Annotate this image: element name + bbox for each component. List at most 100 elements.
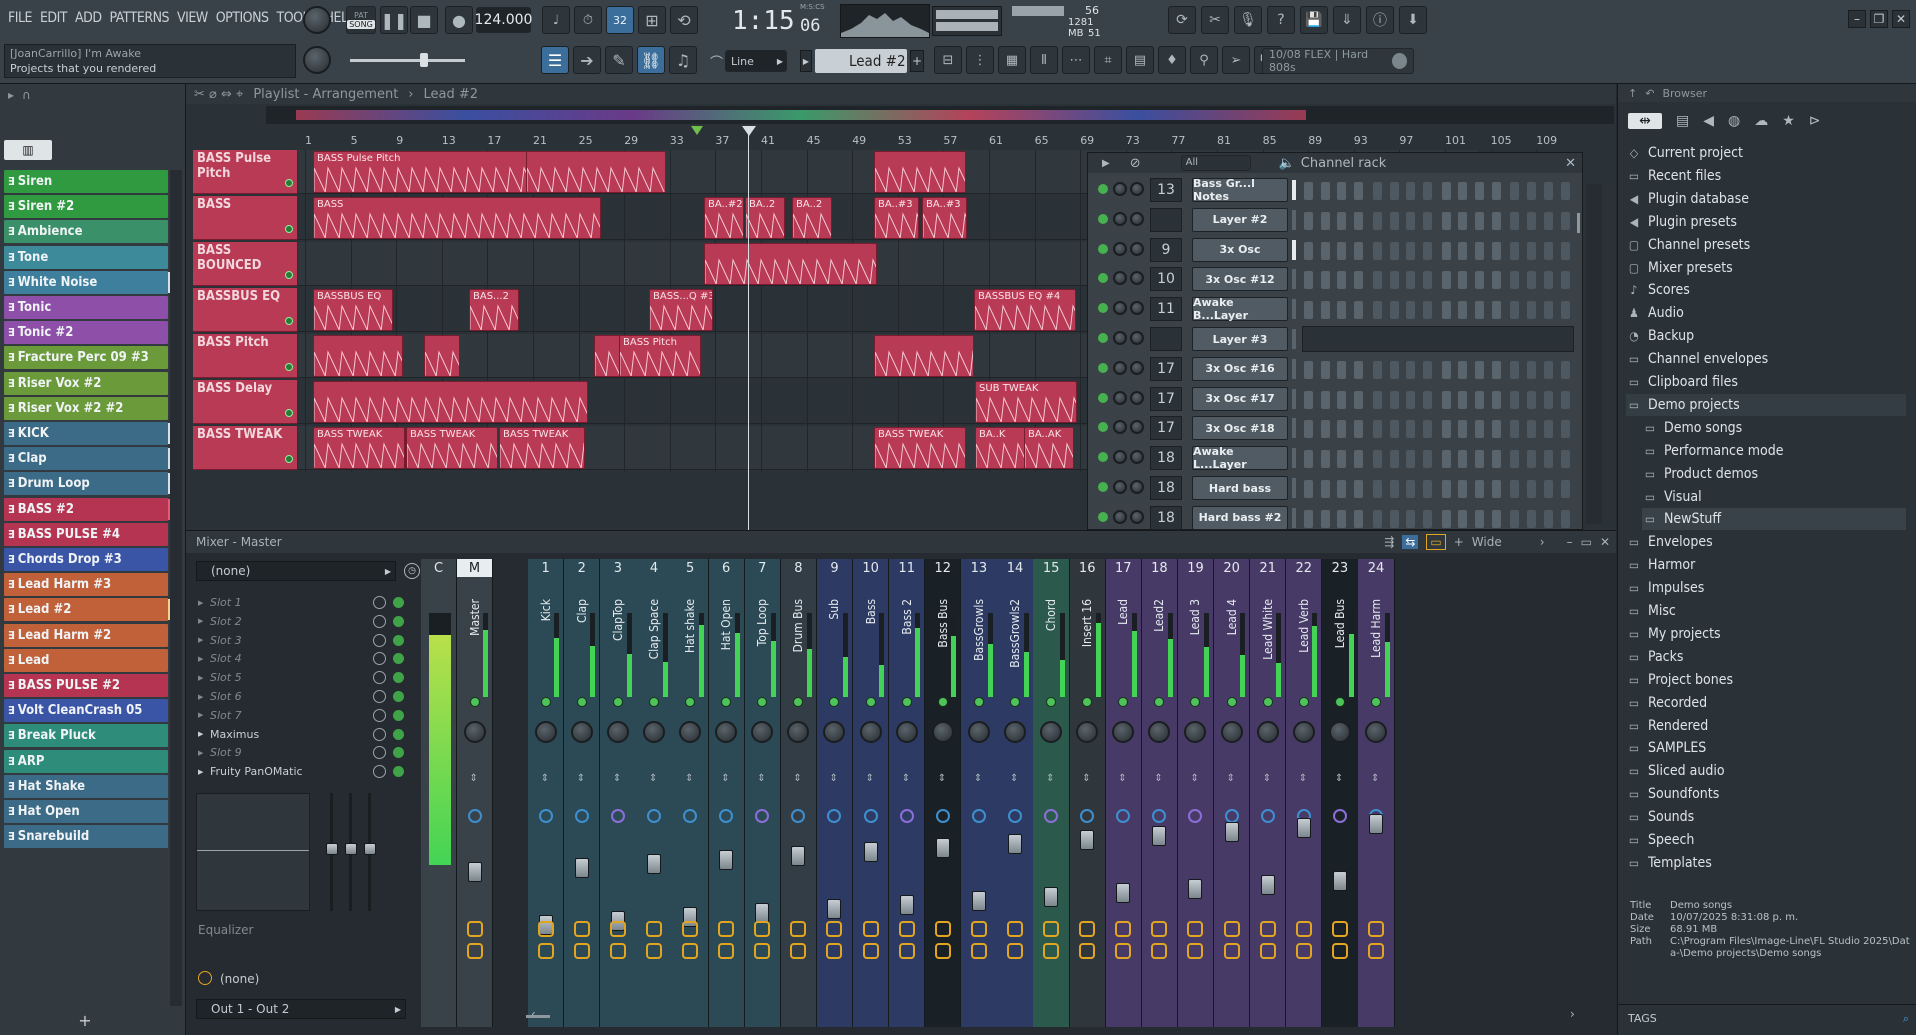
browser-item[interactable]: ▭ Templates (1626, 852, 1712, 874)
step-button[interactable] (1337, 480, 1347, 498)
mixer-strip[interactable]: 15 Chord ⇕ (1033, 559, 1070, 1027)
pattern-clip[interactable]: BA..K (975, 427, 1025, 469)
stereo-icon[interactable]: ⇕ (721, 773, 729, 784)
channel-mute-led[interactable] (1098, 422, 1108, 433)
step-button[interactable] (1510, 480, 1520, 498)
step-button[interactable] (1422, 390, 1432, 409)
record-arm-button[interactable] (790, 943, 807, 959)
step-button[interactable] (1475, 182, 1484, 200)
step-button[interactable] (1304, 211, 1313, 230)
mixer-strip[interactable]: 22 Lead Verb ⇕ (1286, 559, 1323, 1027)
picker-tab-button[interactable]: ▥ (4, 140, 52, 160)
channel-item[interactable]: ∃ Chords Drop #3 (4, 548, 168, 571)
fx-enable-button[interactable] (934, 921, 951, 937)
pattern-clip[interactable]: BASSBUS EQ (313, 289, 393, 331)
track-led[interactable] (285, 317, 293, 325)
step-button[interactable] (1320, 211, 1330, 230)
fx-enable-button[interactable] (970, 921, 987, 937)
playlist-scrollbar[interactable] (1586, 184, 1602, 524)
channel-select-marker[interactable] (1292, 209, 1296, 230)
channel-mixer-track[interactable] (1150, 207, 1182, 232)
width-knob[interactable] (574, 809, 589, 823)
stereo-icon[interactable]: ⇕ (1335, 773, 1343, 784)
slot-enable-led[interactable] (393, 728, 404, 740)
menu-options[interactable]: OPTIONS (216, 10, 269, 26)
stereo-icon[interactable]: ⇕ (1190, 773, 1198, 784)
track-led[interactable] (285, 455, 293, 463)
step-button[interactable] (1491, 509, 1501, 528)
width-knob[interactable] (1116, 809, 1131, 823)
channel-item[interactable]: ∃ Snarebuild (4, 825, 168, 849)
strip-pan-knob[interactable] (463, 721, 486, 743)
width-knob[interactable] (899, 809, 914, 823)
step-button[interactable] (1320, 182, 1330, 200)
browser-item[interactable]: ▭ Demo songs (1642, 417, 1742, 439)
step-button[interactable] (1354, 450, 1364, 469)
browser-item[interactable]: ▭ NewStuff (1642, 508, 1906, 531)
record-arm-button[interactable] (1079, 943, 1096, 959)
add-pattern-button[interactable]: + (910, 50, 924, 72)
browser-item[interactable]: ♟ Audio (1626, 302, 1684, 324)
step-button[interactable] (1337, 182, 1347, 200)
browser-item[interactable]: ▭ Envelopes (1626, 531, 1713, 553)
step-button[interactable] (1491, 360, 1501, 379)
pat-song-toggle[interactable]: PAT SONG (346, 6, 376, 34)
step-button[interactable] (1354, 301, 1364, 320)
channel-item[interactable]: ∃ Lead #2 (4, 598, 172, 622)
strip-pan-knob[interactable] (606, 721, 629, 743)
browser-item[interactable]: ▭ Recorded (1626, 692, 1707, 714)
wait-input-button[interactable]: ⏱ (574, 6, 602, 34)
channel-volume-knob[interactable] (1113, 301, 1127, 316)
step-button[interactable] (1560, 241, 1570, 260)
record-arm-button[interactable] (1187, 943, 1204, 959)
track-header[interactable]: BASSBUS EQ (193, 288, 297, 332)
step-button[interactable] (1560, 360, 1570, 379)
channel-select-marker[interactable] (1292, 239, 1296, 260)
effect-slot[interactable]: ▶ Slot 5 (196, 668, 408, 687)
slot-mix-knob[interactable] (373, 633, 386, 647)
channel-pan-knob[interactable] (1130, 480, 1144, 494)
strip-enable-led[interactable] (1046, 697, 1057, 707)
step-button[interactable] (1458, 360, 1468, 379)
rack-channel-row[interactable]: 18 Hard bass (1088, 473, 1582, 503)
pattern-clip[interactable] (704, 243, 877, 285)
step-button[interactable] (1458, 390, 1468, 409)
pattern-clip[interactable]: BA..AK (1024, 427, 1074, 469)
channel-item[interactable]: ∃ White Noise (4, 270, 172, 294)
step-button[interactable] (1475, 360, 1484, 379)
mixer-strip[interactable]: 20 Lead 4 ⇕ (1213, 559, 1251, 1027)
step-button[interactable] (1543, 211, 1553, 230)
step-button[interactable] (1527, 480, 1537, 498)
step-button[interactable] (1372, 450, 1382, 469)
step-button[interactable] (1406, 509, 1416, 528)
link-button[interactable]: ⛓ (637, 46, 665, 74)
step-button[interactable] (1389, 390, 1399, 409)
stereo-icon[interactable]: ⇕ (541, 773, 549, 784)
step-button[interactable] (1543, 271, 1553, 290)
strip-pan-knob[interactable] (1220, 721, 1243, 743)
step-button[interactable] (1389, 420, 1399, 439)
fx-enable-button[interactable] (718, 921, 735, 937)
step-button[interactable] (1422, 211, 1432, 230)
channel-select-marker[interactable] (1292, 358, 1296, 379)
volume-fader[interactable] (1368, 814, 1383, 834)
mixer-strip[interactable]: 21 Lead White ⇕ (1250, 559, 1287, 1027)
add-icon[interactable]: + (1454, 535, 1464, 549)
channel-volume-knob[interactable] (1113, 331, 1127, 345)
step-button[interactable] (1406, 211, 1416, 230)
pattern-clip[interactable] (526, 151, 666, 193)
channel-item[interactable]: ∃ Tonic (4, 296, 168, 319)
slot-mix-knob[interactable] (373, 614, 386, 628)
step-button[interactable] (1389, 241, 1399, 260)
step-button[interactable] (1354, 241, 1364, 260)
channel-name-button[interactable]: Layer #2 (1192, 207, 1288, 232)
step-button[interactable] (1458, 301, 1468, 320)
mixer-strip[interactable]: 13 BassGrowls ⇕ (961, 559, 998, 1027)
record-arm-button[interactable] (1223, 943, 1240, 959)
effect-slot[interactable]: ▶ Slot 3 (196, 631, 408, 650)
browser-all-tab[interactable]: ⇹ (1628, 113, 1662, 129)
pattern-clip[interactable]: BA..#3 (874, 197, 919, 239)
record-arm-button[interactable] (1043, 943, 1060, 959)
width-knob[interactable] (610, 809, 625, 823)
slot-mix-knob[interactable] (373, 690, 386, 703)
